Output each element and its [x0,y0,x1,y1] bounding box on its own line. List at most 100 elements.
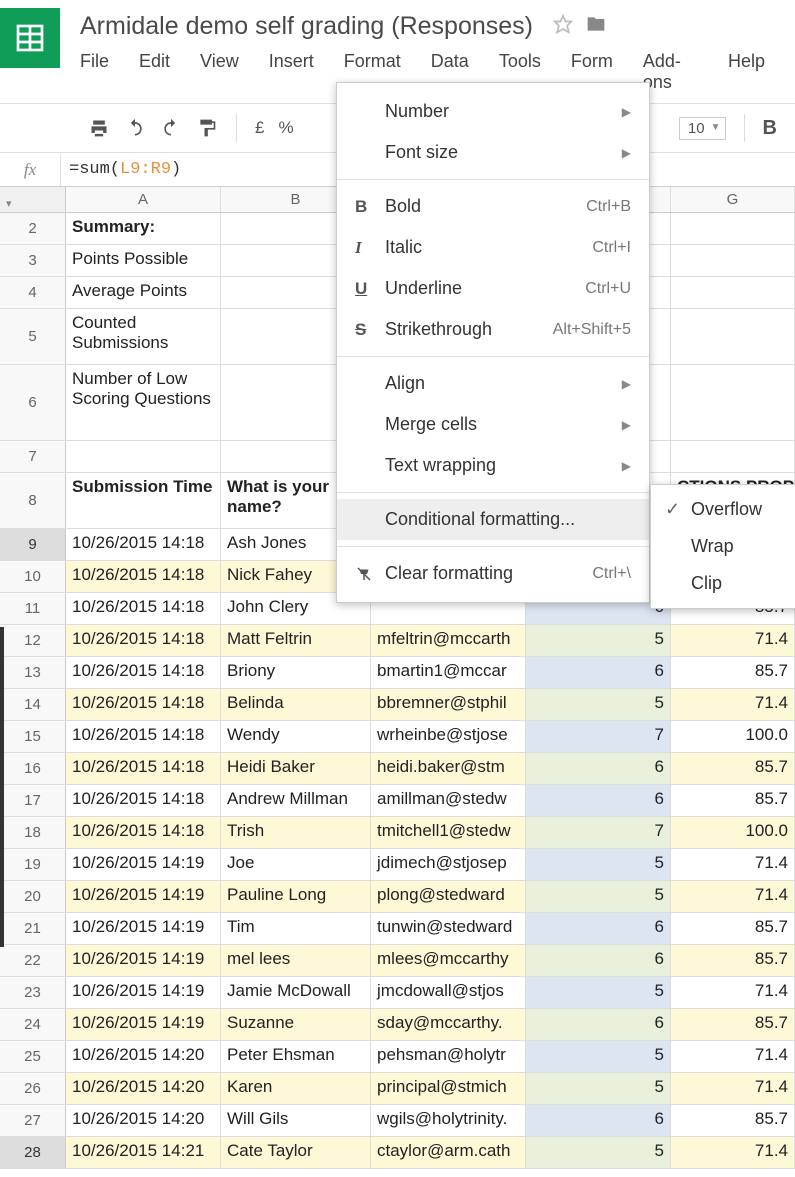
cell-name[interactable]: Andrew Millman [221,785,371,816]
row-header[interactable]: 12 [0,625,66,656]
cell-percent[interactable]: 85.7 [671,753,795,784]
cell-name[interactable]: Jamie McDowall [221,977,371,1008]
cell-percent[interactable]: 71.4 [671,1137,795,1168]
cell-percent[interactable]: 100.0 [671,721,795,752]
cell-time[interactable]: 10/26/2015 14:18 [66,529,221,560]
cell-time[interactable]: 10/26/2015 14:18 [66,657,221,688]
cell-name[interactable]: Heidi Baker [221,753,371,784]
cell[interactable] [671,441,795,472]
cell-email[interactable]: tunwin@stedward [371,913,526,944]
cell[interactable]: Number of Low Scoring Questions [66,365,221,440]
format-menu-text-wrapping[interactable]: Text wrapping ▶ [337,445,649,486]
formula-input[interactable]: =sum(L9:R9) [60,154,181,186]
cell-percent[interactable]: 71.4 [671,881,795,912]
menu-edit[interactable]: Edit [139,51,186,93]
row-header[interactable]: 2 [0,213,66,244]
format-menu-merge-cells[interactable]: Merge cells ▶ [337,404,649,445]
cell-percent[interactable]: 85.7 [671,1009,795,1040]
cell-email[interactable]: mlees@mccarthy [371,945,526,976]
cell-percent[interactable]: 71.4 [671,689,795,720]
row-header[interactable]: 8 [0,473,66,528]
menu-addons[interactable]: Add-ons [643,51,714,93]
cell-time[interactable]: 10/26/2015 14:18 [66,561,221,592]
cell[interactable] [66,441,221,472]
menu-file[interactable]: File [80,51,125,93]
cell-score[interactable]: 6 [526,753,671,784]
cell-score[interactable]: 5 [526,689,671,720]
cell-percent[interactable]: 100.0 [671,817,795,848]
cell-percent[interactable]: 85.7 [671,657,795,688]
cell-time[interactable]: 10/26/2015 14:19 [66,913,221,944]
row-header[interactable]: 22 [0,945,66,976]
cell-name[interactable]: Pauline Long [221,881,371,912]
menu-view[interactable]: View [200,51,255,93]
cell-time[interactable]: 10/26/2015 14:20 [66,1105,221,1136]
bold-button[interactable]: B [763,117,777,140]
row-header[interactable]: 4 [0,277,66,308]
document-title[interactable]: Armidale demo self grading (Responses) [80,12,533,41]
cell[interactable]: Summary: [66,213,221,244]
cell[interactable]: Submission Time [66,473,221,528]
cell-time[interactable]: 10/26/2015 14:19 [66,945,221,976]
cell-name[interactable]: Trish [221,817,371,848]
star-icon[interactable] [553,12,573,41]
format-menu-underline[interactable]: U Underline Ctrl+U [337,268,649,309]
cell-name[interactable]: Peter Ehsman [221,1041,371,1072]
cell-percent[interactable]: 71.4 [671,1073,795,1104]
cell-name[interactable]: Wendy [221,721,371,752]
row-header[interactable]: 19 [0,849,66,880]
print-icon[interactable] [88,117,110,139]
format-menu-number[interactable]: Number ▶ [337,91,649,132]
row-header[interactable]: 16 [0,753,66,784]
cell-name[interactable]: mel lees [221,945,371,976]
format-menu-strikethrough[interactable]: S Strikethrough Alt+Shift+5 [337,309,649,350]
cell-time[interactable]: 10/26/2015 14:19 [66,849,221,880]
wrap-option-clip[interactable]: Clip [651,565,795,602]
wrap-option-overflow[interactable]: ✓Overflow [651,491,795,528]
format-menu-clear-formatting[interactable]: Clear formatting Ctrl+\ [337,553,649,594]
cell-time[interactable]: 10/26/2015 14:18 [66,785,221,816]
cell-email[interactable]: pehsman@holytr [371,1041,526,1072]
cell-score[interactable]: 5 [526,1137,671,1168]
cell-percent[interactable]: 71.4 [671,977,795,1008]
cell-percent[interactable]: 85.7 [671,913,795,944]
cell-name[interactable]: Belinda [221,689,371,720]
cell-email[interactable]: plong@stedward [371,881,526,912]
cell-email[interactable]: sday@mccarthy. [371,1009,526,1040]
app-logo[interactable] [0,8,60,68]
cell[interactable] [671,213,795,244]
cell-name[interactable]: Tim [221,913,371,944]
cell-time[interactable]: 10/26/2015 14:18 [66,817,221,848]
cell-percent[interactable]: 71.4 [671,625,795,656]
col-header-a[interactable]: A [66,187,221,212]
menu-help[interactable]: Help [728,51,781,93]
cell-email[interactable]: jdimech@stjosep [371,849,526,880]
cell-email[interactable]: wgils@holytrinity. [371,1105,526,1136]
cell-score[interactable]: 6 [526,785,671,816]
select-all-corner[interactable] [0,187,66,212]
row-header[interactable]: 9 [0,529,66,560]
row-header[interactable]: 20 [0,881,66,912]
cell-score[interactable]: 5 [526,1073,671,1104]
cell[interactable] [671,309,795,364]
cell-email[interactable]: jmcdowall@stjos [371,977,526,1008]
row-header[interactable]: 7 [0,441,66,472]
row-header[interactable]: 21 [0,913,66,944]
cell-score[interactable]: 6 [526,657,671,688]
cell[interactable] [671,245,795,276]
cell-percent[interactable]: 85.7 [671,945,795,976]
cell[interactable] [671,277,795,308]
cell-email[interactable]: mfeltrin@mccarth [371,625,526,656]
cell-percent[interactable]: 85.7 [671,1105,795,1136]
cell-score[interactable]: 5 [526,625,671,656]
row-header[interactable]: 15 [0,721,66,752]
row-header[interactable]: 24 [0,1009,66,1040]
font-size-select[interactable]: 10▼ [679,117,726,140]
cell-time[interactable]: 10/26/2015 14:18 [66,753,221,784]
cell[interactable]: Points Possible [66,245,221,276]
row-header[interactable]: 6 [0,365,66,440]
row-header[interactable]: 14 [0,689,66,720]
cell-score[interactable]: 5 [526,849,671,880]
col-header-g[interactable]: G [671,187,795,212]
cell-email[interactable]: ctaylor@arm.cath [371,1137,526,1168]
